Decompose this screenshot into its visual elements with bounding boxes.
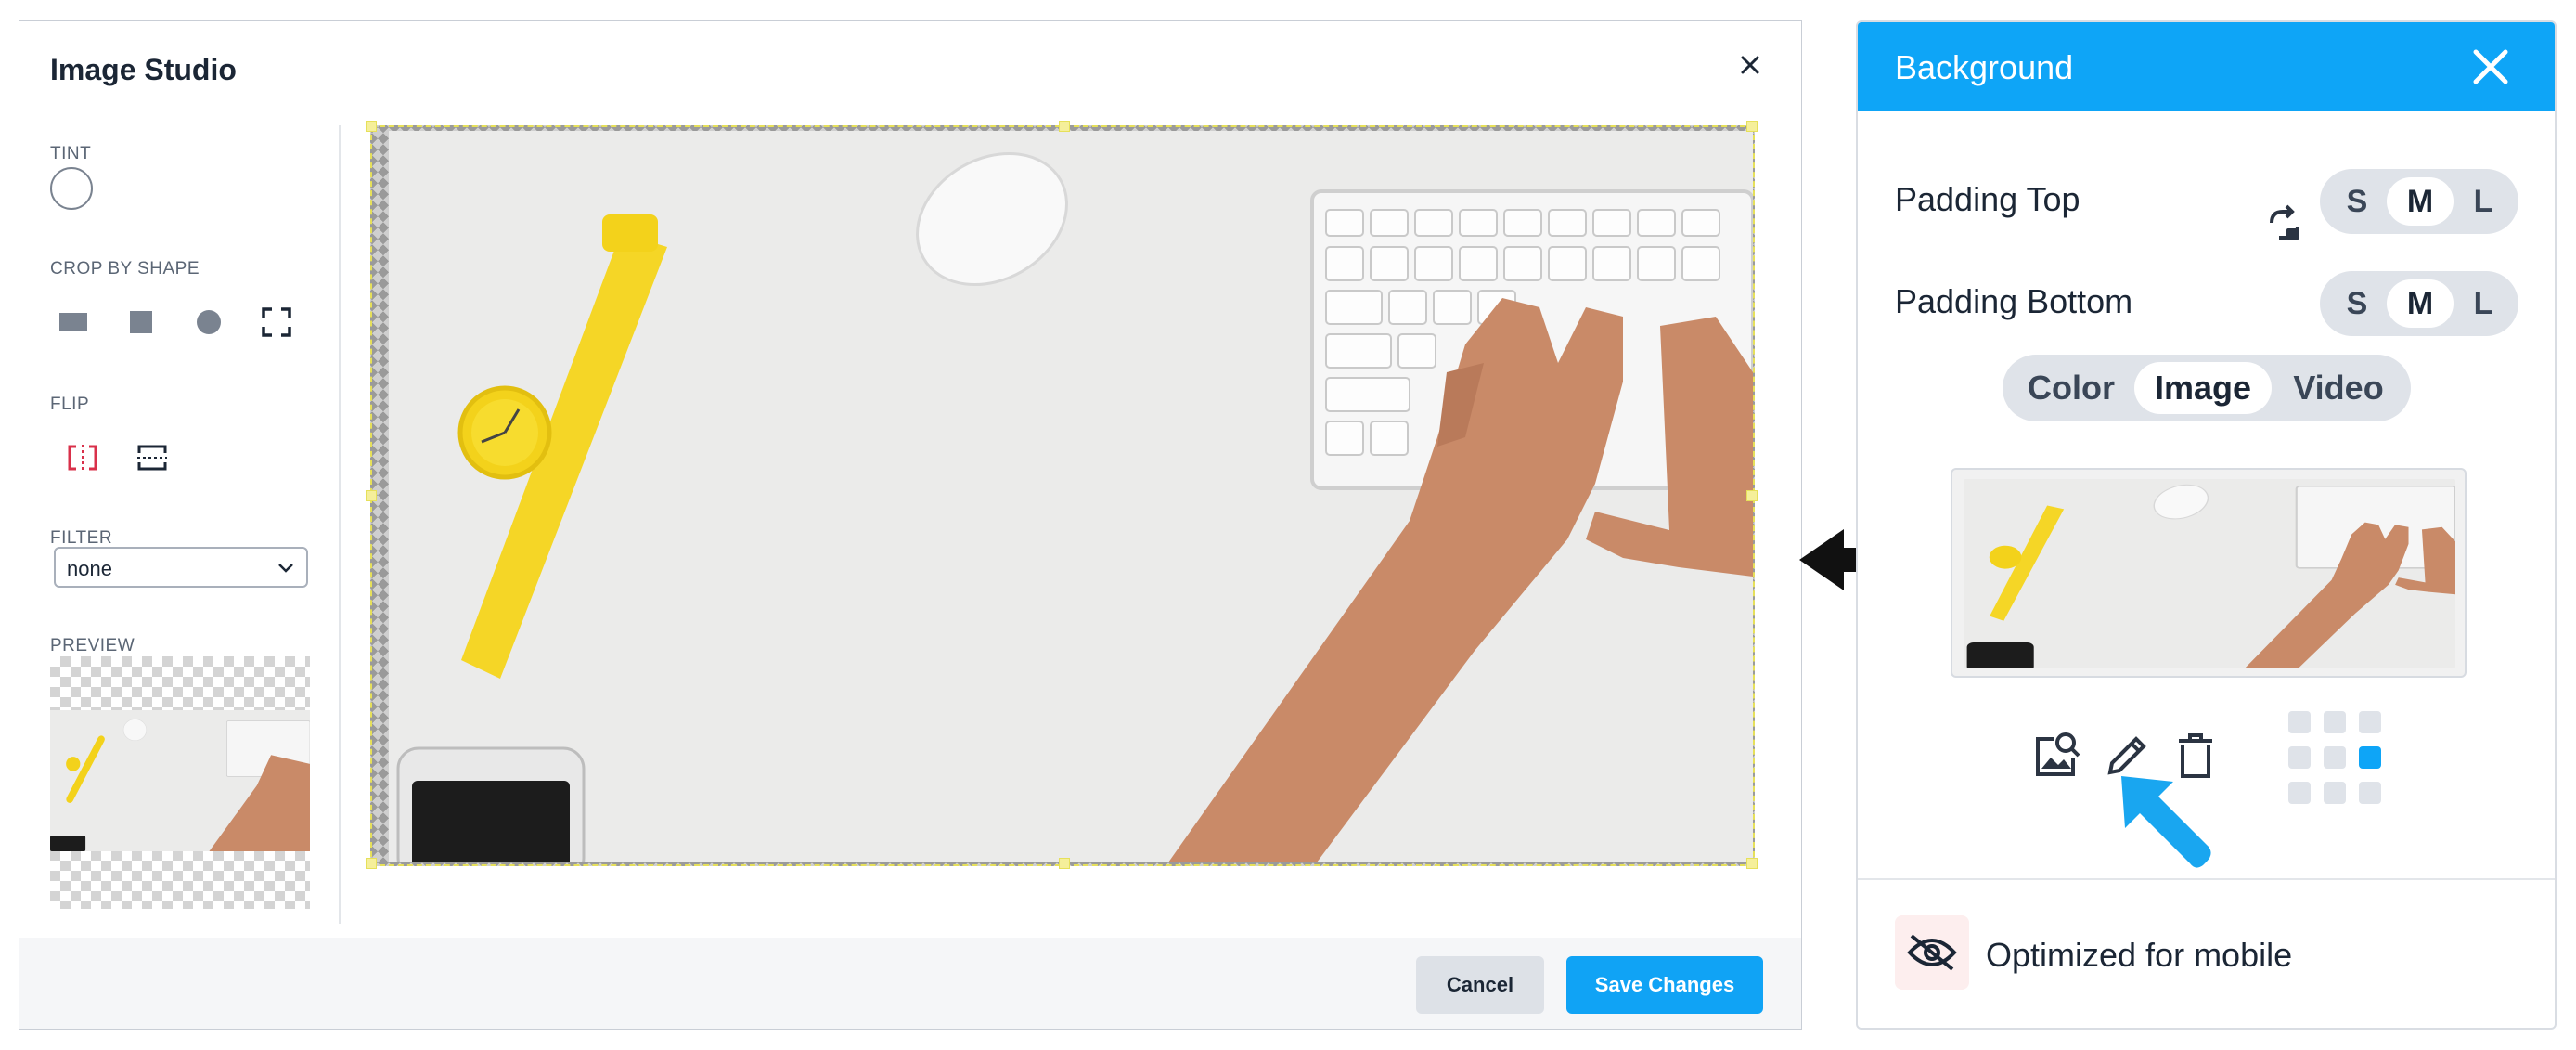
crop-handle[interactable]: [366, 121, 377, 132]
chevron-down-icon: [275, 557, 297, 585]
background-panel: Background Padding Top S M L Padding Bot…: [1856, 20, 2557, 1030]
crop-handle[interactable]: [1746, 490, 1758, 501]
flip-label: FLIP: [50, 395, 90, 414]
position-cell[interactable]: [2288, 746, 2311, 769]
eye-slash-icon[interactable]: [1895, 915, 1969, 990]
background-type-selector: Color Image Video: [2003, 355, 2411, 421]
size-option-s[interactable]: S: [2331, 279, 2383, 328]
filter-value: none: [67, 557, 112, 580]
padding-bottom-selector: S M L: [2320, 271, 2518, 336]
preview-thumbnail: [50, 656, 310, 909]
position-cell[interactable]: [2359, 711, 2381, 733]
position-cell[interactable]: [2324, 782, 2346, 804]
circle-icon[interactable]: [183, 296, 235, 348]
crop-handle[interactable]: [1746, 121, 1758, 132]
background-position-grid[interactable]: [2288, 711, 2381, 804]
pointer-arrow-icon: [2118, 772, 2220, 879]
size-option-l[interactable]: L: [2457, 279, 2509, 328]
preview-label: PREVIEW: [50, 636, 135, 655]
rectangle-icon[interactable]: [47, 296, 99, 348]
crop-handle[interactable]: [1746, 858, 1758, 869]
freeform-crop-icon[interactable]: [251, 296, 303, 348]
size-option-s[interactable]: S: [2331, 177, 2383, 226]
crop-handle[interactable]: [1059, 121, 1070, 132]
position-cell[interactable]: [2288, 782, 2311, 804]
size-option-l[interactable]: L: [2457, 177, 2509, 226]
flip-vertical-icon[interactable]: [126, 432, 178, 484]
crop-handle[interactable]: [366, 858, 377, 869]
panel-title: Background: [1895, 48, 2074, 86]
position-cell[interactable]: [2324, 746, 2346, 769]
position-cell[interactable]: [2359, 782, 2381, 804]
position-cell-selected[interactable]: [2359, 746, 2381, 769]
modal-title: Image Studio: [50, 53, 237, 86]
crop-handle[interactable]: [1059, 858, 1070, 869]
cancel-button[interactable]: Cancel: [1416, 956, 1544, 1014]
filter-label: FILTER: [50, 528, 113, 548]
close-icon[interactable]: [1736, 51, 1764, 79]
type-option-video[interactable]: Video: [2275, 362, 2402, 414]
crop-label: CROP BY SHAPE: [50, 259, 200, 279]
padding-top-selector: S M L: [2320, 169, 2518, 234]
crop-handle[interactable]: [366, 490, 377, 501]
panel-header: Background: [1858, 22, 2555, 111]
image-studio-modal: Image Studio TINT CROP BY SHAPE FLIP FIL…: [19, 20, 1802, 1030]
type-option-image[interactable]: Image: [2134, 362, 2272, 414]
flip-horizontal-icon[interactable]: [57, 432, 109, 484]
optimized-mobile-label: Optimized for mobile: [1986, 936, 2293, 974]
size-option-m[interactable]: M: [2387, 177, 2454, 226]
position-cell[interactable]: [2324, 711, 2346, 733]
background-image-thumbnail[interactable]: [1951, 468, 2467, 678]
padding-bottom-label: Padding Bottom: [1895, 282, 2133, 320]
panel-divider: [1858, 878, 2555, 880]
square-icon[interactable]: [115, 296, 167, 348]
close-icon[interactable]: [2470, 46, 2511, 92]
thumbnail-image: [1964, 479, 2455, 668]
type-option-color[interactable]: Color: [2012, 362, 2131, 414]
preview-image: [50, 710, 310, 851]
padding-top-label: Padding Top: [1895, 180, 2080, 218]
position-cell[interactable]: [2288, 711, 2311, 733]
save-changes-button[interactable]: Save Changes: [1566, 956, 1763, 1014]
tint-swatch[interactable]: [50, 167, 93, 210]
image-search-icon[interactable]: [2030, 730, 2082, 786]
filter-select[interactable]: none: [54, 547, 308, 588]
link-padding-icon[interactable]: [2266, 204, 2303, 250]
tint-label: TINT: [50, 144, 92, 163]
image-canvas[interactable]: [366, 121, 1758, 869]
canvas-image: [389, 131, 1753, 862]
sidebar-divider: [339, 125, 341, 924]
size-option-m[interactable]: M: [2387, 279, 2454, 328]
